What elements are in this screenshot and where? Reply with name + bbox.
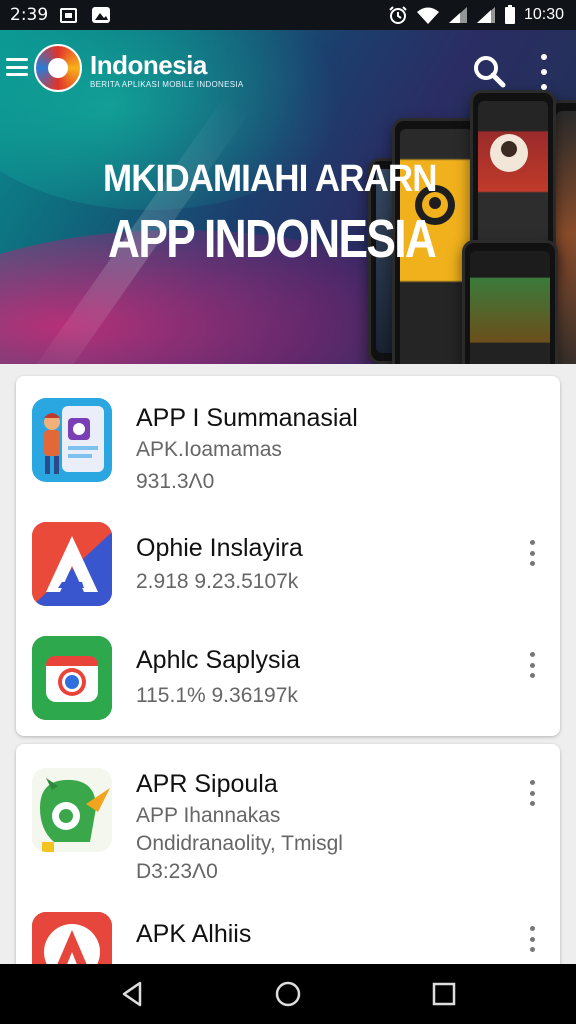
search-icon[interactable] bbox=[472, 54, 506, 88]
notification-photo-icon bbox=[92, 7, 111, 23]
app-meta: 2.918 9.23.5107k bbox=[136, 570, 299, 593]
back-icon[interactable] bbox=[116, 978, 148, 1010]
wifi-icon bbox=[416, 7, 439, 24]
alarm-icon bbox=[389, 6, 407, 24]
app-title: APR Sipoula bbox=[136, 770, 278, 798]
app-title: Aphlc Saplysia bbox=[136, 646, 300, 674]
signal-icon bbox=[448, 7, 467, 23]
app-title: APP I Summanasial bbox=[136, 404, 358, 432]
app-description: Ondidranaolity, Tmisgl bbox=[136, 832, 343, 855]
recents-icon[interactable] bbox=[428, 978, 460, 1010]
status-clock: 10:30 bbox=[523, 6, 564, 23]
header-banner: Indonesia BERITA APLIKASI MOBILE INDONES… bbox=[0, 30, 576, 364]
logo bbox=[34, 44, 82, 92]
app-list-card: APP I Summanasial APK.Ioamamas 931.3Ʌ0 O… bbox=[16, 376, 560, 736]
app-meta: D3:23Λ0 bbox=[136, 860, 218, 883]
brand-title: Indonesia bbox=[90, 50, 207, 80]
battery-icon bbox=[504, 5, 515, 24]
list-item[interactable]: Ophie Inslayira 2.918 9.23.5107k bbox=[16, 520, 560, 620]
status-time: 2:39 bbox=[10, 5, 49, 25]
app-bird-icon bbox=[32, 768, 112, 852]
more-vert-icon[interactable] bbox=[526, 652, 538, 678]
more-vert-icon[interactable] bbox=[534, 54, 554, 90]
banner-headline: MKIDAMIAHI ARARN bbox=[103, 158, 437, 200]
signal-icon bbox=[476, 7, 495, 23]
notification-square-icon bbox=[60, 7, 78, 23]
list-item[interactable]: APR Sipoula APP Ihannakas Ondidranaolity… bbox=[16, 764, 560, 884]
app-camera-icon bbox=[32, 636, 112, 720]
app-title: Ophie Inslayira bbox=[136, 534, 303, 562]
list-item[interactable]: Aphlc Saplysia 115.1% 9.36197k bbox=[16, 636, 560, 732]
app-meta: 931.3Ʌ0 bbox=[136, 470, 215, 493]
menu-icon[interactable] bbox=[6, 58, 28, 76]
app-subtitle: APP Ihannakas bbox=[136, 804, 281, 827]
banner-title: APP INDONESIA bbox=[108, 209, 437, 269]
brand-subtitle: BERITA APLIKASI MOBILE INDONESIA bbox=[90, 80, 244, 89]
home-icon[interactable] bbox=[272, 978, 304, 1010]
list-item[interactable]: APP I Summanasial APK.Ioamamas 931.3Ʌ0 bbox=[16, 396, 560, 506]
navigation-bar bbox=[0, 964, 576, 1024]
more-vert-icon[interactable] bbox=[526, 926, 538, 952]
app-a-logo-icon bbox=[32, 522, 112, 606]
app-cartoon-icon bbox=[32, 398, 112, 482]
app-meta: 115.1% 9.36197k bbox=[136, 684, 298, 707]
status-bar: 2:39 10:30 bbox=[0, 0, 576, 30]
phone-illustration bbox=[462, 240, 558, 364]
app-subtitle: APK.Ioamamas bbox=[136, 438, 282, 461]
more-vert-icon[interactable] bbox=[526, 780, 538, 806]
app-title: APK Alhiis bbox=[136, 920, 252, 948]
phone-screen-art bbox=[490, 134, 528, 172]
more-vert-icon[interactable] bbox=[526, 540, 538, 566]
